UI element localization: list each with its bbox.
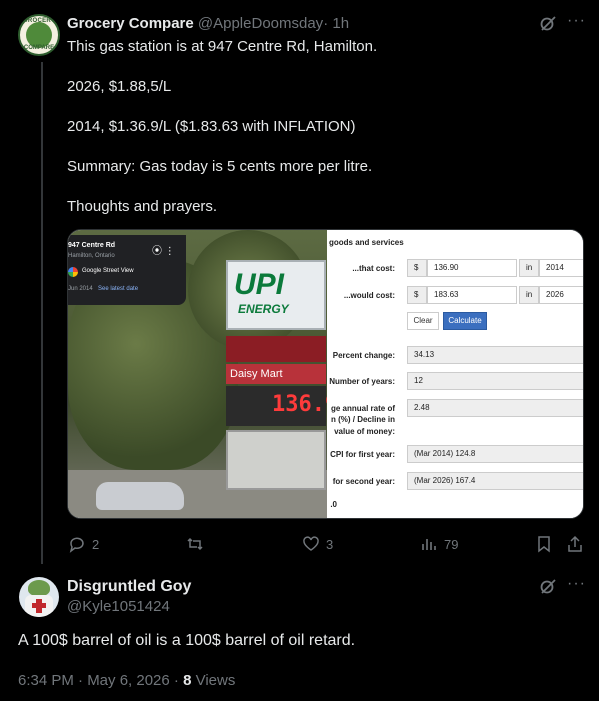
would-year-select[interactable]: 2026 bbox=[539, 286, 583, 304]
handle[interactable]: @AppleDoomsday bbox=[198, 15, 323, 32]
avatar-text-top: GROCERY bbox=[22, 18, 56, 24]
post-time[interactable]: · 1h bbox=[323, 15, 349, 32]
calc-footer: .0 bbox=[330, 500, 337, 509]
cpi-second-value: (Mar 2026) 167.4 bbox=[407, 472, 583, 490]
street-view-photo[interactable]: UPI ENERGY Daisy Mart 136.9 947 Centre R… bbox=[68, 230, 338, 518]
post-line-5: Thoughts and prayers. bbox=[67, 198, 218, 215]
reply-avatar[interactable] bbox=[19, 577, 59, 617]
reply-handle[interactable]: @Kyle1051424 bbox=[67, 598, 170, 615]
sv-label: Google Street View bbox=[82, 268, 134, 274]
rate-label-1: ge annual rate of bbox=[330, 404, 395, 413]
repost-icon bbox=[187, 537, 203, 551]
sv-date: Jun 2014 bbox=[68, 286, 93, 292]
sign-blank-panel bbox=[226, 430, 326, 490]
calc-heading: goods and services bbox=[329, 238, 404, 247]
bookmark-icon bbox=[538, 536, 550, 553]
reply-timestamp[interactable]: 6:34 PM · May 6, 2026 · bbox=[18, 672, 183, 689]
map-pin-icon: ⦿ ⋮ bbox=[152, 246, 175, 257]
grok-icon[interactable] bbox=[539, 577, 557, 600]
reply-text: A 100$ barrel of oil is a 100$ barrel of… bbox=[18, 632, 356, 649]
sign-store: Daisy Mart bbox=[226, 364, 326, 384]
currency-symbol: $ bbox=[407, 286, 427, 304]
thread-line bbox=[41, 62, 43, 564]
upi-sign: UPI ENERGY bbox=[226, 260, 326, 330]
post-header: Grocery Compare @AppleDoomsday· 1h bbox=[67, 15, 349, 32]
inflation-calculator[interactable]: goods and services ...that cost: $ 136.9… bbox=[327, 230, 583, 518]
cross-icon bbox=[32, 603, 46, 608]
reply-views-label: Views bbox=[191, 672, 236, 689]
display-name[interactable]: Grocery Compare bbox=[67, 15, 194, 32]
reply-icon bbox=[69, 537, 84, 553]
percent-change-value: 34.13 bbox=[407, 346, 583, 364]
percent-change-label: Percent change: bbox=[332, 351, 395, 360]
rate-label-2: n (%) / Decline in bbox=[330, 415, 395, 424]
street-view-card: 947 Centre Rd Hamilton, Ontario ⦿ ⋮ Goog… bbox=[68, 235, 186, 305]
share-icon bbox=[568, 535, 582, 552]
reply-button[interactable]: 2 bbox=[68, 535, 99, 553]
share-button[interactable] bbox=[567, 535, 589, 553]
avatar[interactable]: GROCERY COMPARE bbox=[18, 14, 60, 56]
more-icon[interactable]: ··· bbox=[567, 12, 586, 30]
gas-station-sign: UPI ENERGY Daisy Mart 136.9 bbox=[226, 260, 338, 490]
that-cost-label: ...that cost: bbox=[352, 264, 395, 273]
sv-city: Hamilton, Ontario bbox=[68, 253, 115, 259]
would-cost-label: ...would cost: bbox=[343, 291, 395, 300]
grok-icon[interactable] bbox=[539, 14, 557, 37]
calculate-button[interactable]: Calculate bbox=[443, 312, 487, 330]
post-line-1: This gas station is at 947 Centre Rd, Ha… bbox=[67, 38, 378, 55]
avatar-text-bottom: COMPARE bbox=[23, 45, 55, 51]
car bbox=[96, 482, 184, 510]
rate-label-3: value of money: bbox=[334, 427, 395, 436]
post-line-4: Summary: Gas today is 5 cents more per l… bbox=[67, 158, 373, 175]
repost-button[interactable] bbox=[186, 535, 210, 553]
frog-head-icon bbox=[28, 580, 50, 596]
like-count: 3 bbox=[326, 536, 334, 552]
years-value: 12 bbox=[407, 372, 583, 390]
post-line-3: 2014, $1.36.9/L ($1.83.63 with INFLATION… bbox=[67, 118, 356, 135]
rate-value: 2.48 bbox=[407, 399, 583, 417]
in-label: in bbox=[519, 286, 539, 304]
cpi-second-label: for second year: bbox=[332, 477, 395, 486]
that-year-select[interactable]: 2014 bbox=[539, 259, 583, 277]
bar-chart-icon bbox=[422, 539, 436, 550]
like-button[interactable]: 3 bbox=[302, 535, 333, 553]
sign-energy: ENERGY bbox=[238, 302, 289, 316]
years-label: Number of years: bbox=[329, 377, 395, 386]
heart-icon bbox=[303, 536, 319, 551]
cpi-first-label: CPI for first year: bbox=[330, 450, 395, 459]
cpi-first-value: (Mar 2014) 124.8 bbox=[407, 445, 583, 463]
post-media[interactable]: UPI ENERGY Daisy Mart 136.9 947 Centre R… bbox=[67, 229, 584, 519]
views-button[interactable]: 79 bbox=[420, 535, 458, 553]
sign-red-panel bbox=[226, 336, 326, 362]
view-count: 79 bbox=[444, 536, 459, 552]
sv-link: See latest date bbox=[98, 286, 139, 292]
more-icon[interactable]: ··· bbox=[567, 575, 586, 593]
reply-handle-row: @Kyle1051424 bbox=[67, 598, 170, 615]
sign-brand: UPI bbox=[234, 268, 285, 301]
clear-button[interactable]: Clear bbox=[407, 312, 439, 330]
would-cost-input[interactable]: 183.63 bbox=[427, 286, 517, 304]
reply-display-name[interactable]: Disgruntled Goy bbox=[67, 578, 191, 595]
currency-symbol: $ bbox=[407, 259, 427, 277]
reply-count: 2 bbox=[92, 536, 100, 552]
bookmark-button[interactable] bbox=[536, 535, 558, 553]
price-board: 136.9 bbox=[226, 386, 338, 426]
sv-address: 947 Centre Rd bbox=[68, 242, 116, 249]
in-label: in bbox=[519, 259, 539, 277]
that-cost-input[interactable]: 136.90 bbox=[427, 259, 517, 277]
reply-display-name-row: Disgruntled Goy bbox=[67, 578, 191, 596]
reply-meta: 6:34 PM · May 6, 2026 · 8 Views bbox=[18, 672, 235, 689]
google-icon bbox=[68, 267, 78, 277]
post-line-2: 2026, $1.88,5/L bbox=[67, 78, 172, 95]
